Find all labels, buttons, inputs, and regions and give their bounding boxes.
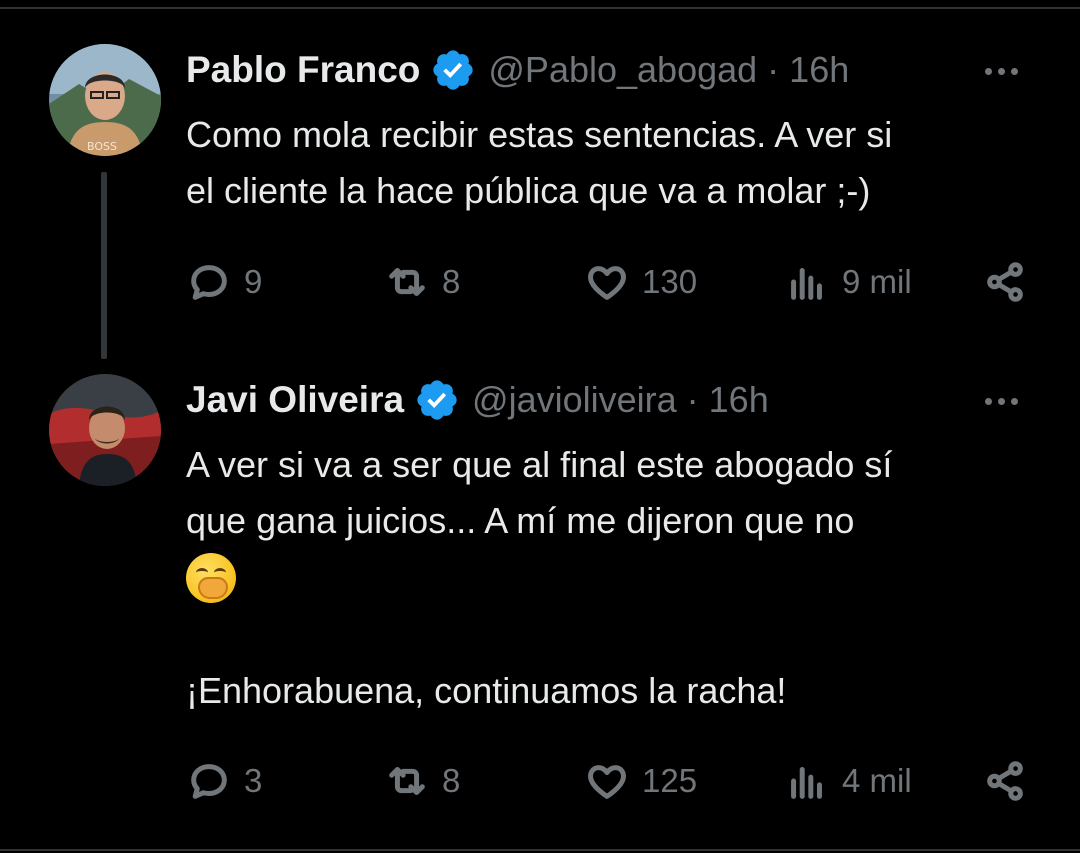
reply-button[interactable]: 9 (186, 259, 262, 305)
timestamp[interactable]: 16h (709, 379, 769, 421)
tweet-header: Javi Oliveira @javioliveira · 16h (186, 370, 769, 430)
retweet-count: 8 (442, 762, 461, 799)
like-button[interactable]: 130 (584, 259, 697, 305)
share-icon (987, 262, 1023, 302)
verified-badge-icon (417, 380, 457, 420)
share-button[interactable] (982, 259, 1028, 305)
reply-icon (191, 265, 227, 300)
avatar[interactable]: BOSS (49, 44, 161, 156)
retweet-icon (389, 268, 425, 296)
heart-icon (588, 266, 626, 300)
more-options-icon[interactable] (985, 398, 1018, 405)
like-button[interactable]: 125 (584, 758, 697, 804)
user-handle[interactable]: @javioliveira (472, 379, 677, 421)
tweet-text: Como mola recibir estas sentencias. A ve… (186, 107, 1056, 219)
views-button[interactable]: 4 mil (784, 758, 912, 804)
text-line: Como mola recibir estas sentencias. A ve… (186, 114, 893, 155)
like-count: 130 (642, 263, 698, 300)
thread-connector-line (101, 172, 107, 359)
share-icon (987, 761, 1023, 801)
tweet-header: Pablo Franco @Pablo_abogad · 16h (186, 40, 849, 100)
separator-dot: · (767, 49, 780, 90)
separator-dot: · (686, 379, 699, 420)
retweet-icon (389, 767, 425, 795)
svg-text:BOSS: BOSS (87, 140, 117, 153)
view-count: 9 mil (842, 263, 912, 300)
text-line: que gana juicios... A mí me dijeron que … (186, 500, 855, 541)
emoji-line (186, 549, 1056, 607)
view-count: 4 mil (842, 762, 912, 799)
bottom-divider (0, 849, 1080, 853)
reply-icon (191, 764, 227, 799)
more-options-icon[interactable] (985, 68, 1018, 75)
user-handle[interactable]: @Pablo_abogad (488, 49, 757, 91)
action-bar: 3 8 125 4 mil (186, 758, 1046, 808)
analytics-icon (791, 268, 822, 300)
display-name[interactable]: Pablo Franco (186, 49, 420, 91)
text-line: el cliente la hace pública que va a mola… (186, 170, 871, 211)
share-button[interactable] (982, 758, 1028, 804)
tweet-javi-oliveira[interactable]: Javi Oliveira @javioliveira · 16h A ver … (0, 340, 1080, 849)
face-with-hand-over-mouth-icon (186, 553, 236, 603)
verified-badge-icon (433, 50, 474, 90)
views-button[interactable]: 9 mil (784, 259, 912, 305)
reply-count: 3 (244, 762, 263, 799)
like-count: 125 (642, 762, 698, 799)
retweet-count: 8 (442, 263, 461, 300)
text-line: A ver si va a ser que al final este abog… (186, 444, 893, 485)
avatar[interactable] (49, 374, 161, 486)
display-name[interactable]: Javi Oliveira (186, 379, 404, 421)
retweet-button[interactable]: 8 (384, 259, 460, 305)
analytics-icon (791, 767, 822, 799)
tweet-pablo-franco[interactable]: BOSS Pablo Franco @Pablo_abogad · 16h Co… (0, 0, 1080, 359)
retweet-button[interactable]: 8 (384, 758, 460, 804)
tweet-text: A ver si va a ser que al final este abog… (186, 437, 1056, 719)
action-bar: 9 8 130 9 mil (186, 259, 1046, 309)
reply-button[interactable]: 3 (186, 758, 262, 804)
heart-icon (588, 765, 626, 799)
timestamp[interactable]: 16h (789, 49, 849, 91)
reply-count: 9 (244, 263, 263, 300)
text-line-blank (186, 607, 1056, 663)
text-line: ¡Enhorabuena, continuamos la racha! (186, 670, 787, 711)
